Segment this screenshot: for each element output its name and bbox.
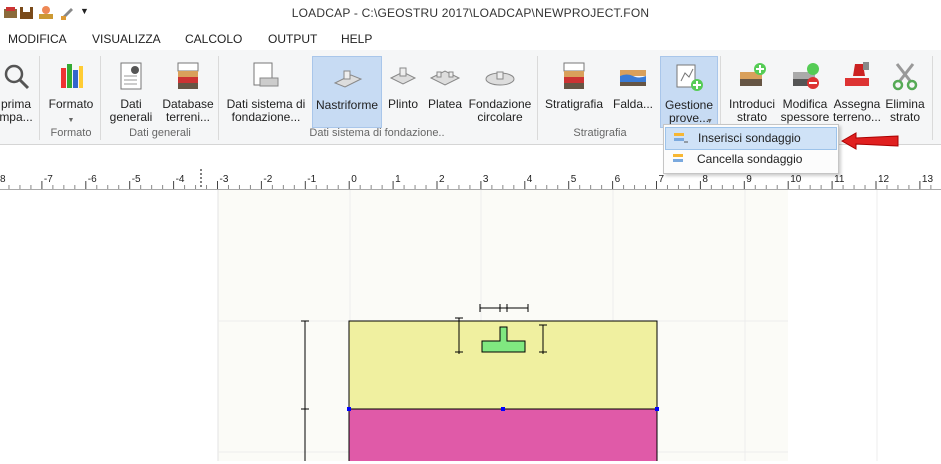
plinto-button[interactable]: Plinto (383, 56, 423, 126)
edit-thickness-icon (789, 60, 821, 92)
menu-help[interactable]: HELP (341, 32, 372, 46)
group-formato: Formato (50, 127, 92, 139)
stratigrafia-button[interactable]: Stratigrafia (542, 56, 606, 126)
modifica-spessore-button[interactable]: Modifica spessore (778, 56, 832, 126)
layer-handle[interactable] (655, 407, 659, 411)
nastriforme-button[interactable]: Nastriforme (312, 56, 382, 128)
water-table-icon (617, 60, 649, 92)
stampa-button[interactable]: prima mpa... (0, 56, 38, 126)
ruler-label: 5 (571, 174, 577, 185)
gestione-prove-button[interactable]: Gestione prove... ▼ (660, 56, 718, 128)
ruler-label: 7 (659, 174, 665, 185)
menu-modifica[interactable]: MODIFICA (8, 32, 67, 46)
falda-button[interactable]: Falda... (610, 56, 656, 126)
ruler-label: 12 (878, 174, 890, 185)
ruler-label: 11 (834, 174, 845, 185)
ruler-label: -4 (176, 174, 185, 185)
group-dati-generali: Dati generali (129, 127, 191, 139)
strip-footing-icon (331, 61, 363, 93)
dati-generali-button[interactable]: Dati generali (104, 56, 158, 126)
test-management-icon (673, 61, 705, 93)
menu-calcolo[interactable]: CALCOLO (185, 32, 242, 46)
ruler-label: 4 (527, 174, 533, 185)
raft-icon (429, 60, 461, 92)
magnifier-icon (0, 60, 32, 92)
dati-sistema-fondazione-button[interactable]: Dati sistema di fondazione... (222, 56, 310, 126)
fondazione-circolare-button[interactable]: Fondazione circolare (468, 56, 532, 126)
assegna-terreno-button[interactable]: Assegna terreno... (832, 56, 882, 126)
ruler-label: 8 (702, 174, 708, 185)
delete-test-icon (671, 152, 687, 166)
menu-output[interactable]: OUTPUT (268, 32, 317, 46)
assign-soil-icon (841, 60, 873, 92)
formato-button[interactable]: Formato ▼ (42, 56, 100, 126)
ruler-label: -1 (307, 174, 316, 185)
introduci-strato-button[interactable]: Introduci strato (724, 56, 780, 126)
document-user-icon (115, 60, 147, 92)
group-stratigrafia: Stratigrafia (573, 127, 627, 139)
ruler-label: 6 (615, 174, 621, 185)
ruler-label: 3 (483, 174, 489, 185)
elimina-strato-button[interactable]: Elimina strato (882, 56, 928, 126)
paint-palette-icon (55, 60, 87, 92)
ruler-label: 1 (395, 174, 401, 185)
chevron-down-icon: ▼ (67, 117, 75, 124)
add-layer-icon (736, 60, 768, 92)
plinth-icon (387, 60, 419, 92)
platea-button[interactable]: Platea (425, 56, 465, 126)
menu-item-inserisci-sondaggio[interactable]: Inserisci sondaggio (665, 127, 837, 150)
ruler-label: 2 (439, 174, 445, 185)
window-title: LOADCAP - C:\GEOSTRU 2017\LOADCAP\NEWPRO… (291, 6, 650, 20)
scissors-icon (889, 60, 921, 92)
ruler-label: 10 (790, 174, 802, 185)
ruler-label: 8 (0, 174, 6, 185)
insert-test-icon (672, 131, 688, 145)
group-dati-sistema: Dati sistema di fondazione.. (309, 127, 445, 139)
ruler-label: -5 (132, 174, 141, 185)
menu-visualizza[interactable]: VISUALIZZA (92, 32, 161, 46)
ruler-label: 0 (351, 174, 357, 185)
ruler-label: -6 (88, 174, 97, 185)
layer-handle[interactable] (501, 407, 505, 411)
ruler-label: -2 (263, 174, 272, 185)
circular-foundation-icon (484, 60, 516, 92)
soil-layer-2[interactable] (348, 408, 658, 464)
ruler-label: 9 (746, 174, 752, 185)
ruler-label: -3 (220, 174, 229, 185)
ruler-label: 13 (922, 174, 934, 185)
drawing-canvas[interactable] (0, 190, 941, 464)
gestione-prove-dropdown: Inserisci sondaggio Cancella sondaggio (663, 124, 839, 174)
ruler-label: -7 (44, 174, 53, 185)
foundation-document-icon (250, 60, 282, 92)
layer-handle[interactable] (347, 407, 351, 411)
soil-layers-icon (172, 60, 204, 92)
database-terreni-button[interactable]: Database terreni... (160, 56, 216, 126)
stratigraphy-icon (558, 60, 590, 92)
red-arrow-icon (838, 130, 902, 152)
menu-item-cancella-sondaggio[interactable]: Cancella sondaggio (665, 149, 835, 170)
